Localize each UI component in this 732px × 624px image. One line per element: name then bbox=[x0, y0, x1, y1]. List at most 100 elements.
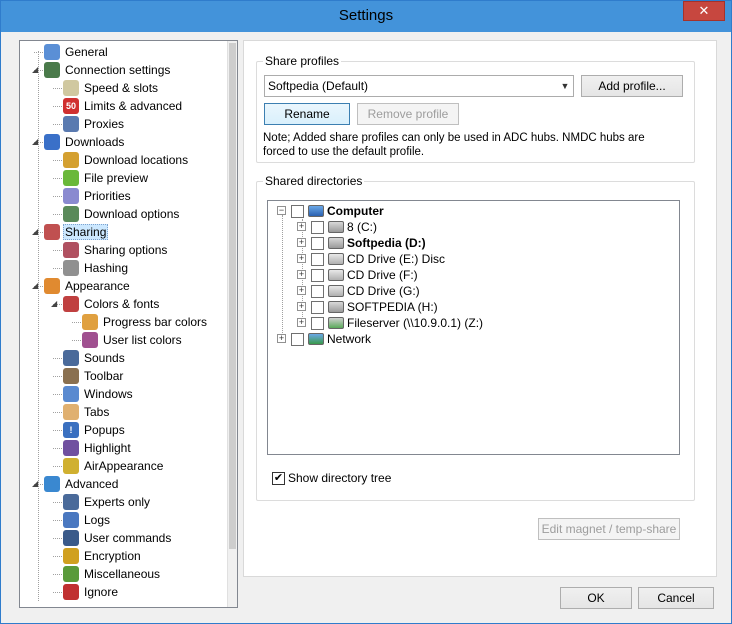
remove-profile-button[interactable]: Remove profile bbox=[357, 103, 459, 125]
download-options-icon bbox=[63, 206, 79, 222]
dir-checkbox[interactable] bbox=[291, 204, 304, 218]
ok-button[interactable]: OK bbox=[560, 587, 632, 609]
add-profile-button[interactable]: Add profile... bbox=[581, 75, 683, 97]
tree-scroll-thumb[interactable] bbox=[229, 43, 236, 549]
dir-item[interactable]: CD Drive (E:) Disc bbox=[311, 251, 445, 267]
tree-item-label: Downloads bbox=[65, 135, 125, 149]
rename-button[interactable]: Rename bbox=[264, 103, 350, 125]
show-directory-tree-row[interactable]: ✔ Show directory tree bbox=[272, 471, 391, 485]
tree-item-label: Sharing options bbox=[84, 243, 168, 257]
dir-checkbox[interactable] bbox=[311, 300, 324, 314]
expand-toggle-icon[interactable]: + bbox=[297, 318, 306, 327]
tree-item-sounds[interactable]: Sounds bbox=[63, 349, 127, 367]
expand-arrow-icon[interactable]: ◢ bbox=[51, 300, 59, 308]
tree-scrollbar[interactable] bbox=[227, 41, 237, 607]
logs-icon bbox=[63, 512, 79, 528]
dir-item[interactable]: CD Drive (G:) bbox=[311, 283, 420, 299]
tree-item-miscellaneous[interactable]: Miscellaneous bbox=[63, 565, 162, 583]
dir-checkbox[interactable] bbox=[311, 252, 324, 266]
settings-page: Share profiles Softpedia (Default) ▼ Add… bbox=[243, 40, 717, 577]
dir-checkbox[interactable] bbox=[311, 284, 324, 298]
show-directory-tree-checkbox[interactable]: ✔ bbox=[272, 471, 285, 485]
expand-arrow-icon[interactable]: ◢ bbox=[32, 228, 40, 236]
tree-item-user-commands[interactable]: User commands bbox=[63, 529, 173, 547]
tree-item-label: Colors & fonts bbox=[84, 297, 160, 311]
tree-item-logs[interactable]: Logs bbox=[63, 511, 112, 529]
tree-item-label: General bbox=[65, 45, 108, 59]
expand-arrow-icon[interactable]: ◢ bbox=[32, 282, 40, 290]
tree-item-progress-bar-colors[interactable]: Progress bar colors bbox=[82, 313, 209, 331]
tree-item-label: Hashing bbox=[84, 261, 129, 275]
dir-checkbox[interactable] bbox=[311, 268, 324, 282]
tree-item-user-list-colors[interactable]: User list colors bbox=[82, 331, 184, 349]
dir-item[interactable]: Computer bbox=[291, 203, 384, 219]
dir-item[interactable]: SOFTPEDIA (H:) bbox=[311, 299, 438, 315]
tree-item-ignore[interactable]: Ignore bbox=[63, 583, 120, 601]
tree-item-label: Download options bbox=[84, 207, 180, 221]
tree-item-appearance[interactable]: Appearance bbox=[44, 277, 132, 295]
tree-item-label: Miscellaneous bbox=[84, 567, 161, 581]
dir-checkbox[interactable] bbox=[311, 220, 324, 234]
shared-directories-title: Shared directories bbox=[263, 174, 365, 188]
tree-item-toolbar[interactable]: Toolbar bbox=[63, 367, 125, 385]
tree-item-popups[interactable]: ! Popups bbox=[63, 421, 127, 439]
tree-item-proxies[interactable]: Proxies bbox=[63, 115, 126, 133]
tree-item-experts-only[interactable]: Experts only bbox=[63, 493, 152, 511]
dir-item[interactable]: Softpedia (D:) bbox=[311, 235, 426, 251]
dir-checkbox[interactable] bbox=[311, 236, 324, 250]
dir-item[interactable]: CD Drive (F:) bbox=[311, 267, 418, 283]
expand-toggle-icon[interactable]: + bbox=[297, 270, 306, 279]
tree-item-label: Proxies bbox=[84, 117, 125, 131]
tree-item-general[interactable]: General bbox=[44, 43, 110, 61]
expand-arrow-icon[interactable]: ◢ bbox=[32, 66, 40, 74]
tree-item-advanced[interactable]: Advanced bbox=[44, 475, 120, 493]
tree-item-encryption[interactable]: Encryption bbox=[63, 547, 143, 565]
tree-item-hashing[interactable]: Hashing bbox=[63, 259, 130, 277]
encryption-icon bbox=[63, 548, 79, 564]
close-button[interactable]: ✕ bbox=[683, 1, 725, 21]
dir-item[interactable]: Network bbox=[291, 331, 371, 347]
tree-item-label: Progress bar colors bbox=[103, 315, 208, 329]
tree-item-windows[interactable]: Windows bbox=[63, 385, 135, 403]
edit-magnet-button[interactable]: Edit magnet / temp-share bbox=[538, 518, 680, 540]
dir-item[interactable]: 8 (C:) bbox=[311, 219, 377, 235]
tree-item-speed-slots[interactable]: Speed & slots bbox=[63, 79, 160, 97]
tree-item-sharing[interactable]: Sharing bbox=[44, 223, 109, 241]
expand-arrow-icon[interactable]: ◢ bbox=[32, 480, 40, 488]
tree-item-connection-settings[interactable]: Connection settings bbox=[44, 61, 172, 79]
tree-item-label: Priorities bbox=[84, 189, 131, 203]
collapse-toggle-icon[interactable]: − bbox=[277, 206, 286, 215]
tree-item-label: Windows bbox=[84, 387, 133, 401]
tree-connector bbox=[72, 340, 81, 341]
dir-checkbox[interactable] bbox=[291, 332, 304, 346]
tree-item-limits-advanced[interactable]: 50 Limits & advanced bbox=[63, 97, 184, 115]
expand-toggle-icon[interactable]: + bbox=[297, 238, 306, 247]
expand-toggle-icon[interactable]: + bbox=[297, 302, 306, 311]
tree-item-colors-fonts[interactable]: Colors & fonts bbox=[63, 295, 161, 313]
expand-toggle-icon[interactable]: + bbox=[297, 222, 306, 231]
tree-item-airappearance[interactable]: AirAppearance bbox=[63, 457, 165, 475]
tree-item-download-locations[interactable]: Download locations bbox=[63, 151, 190, 169]
tree-item-sharing-options[interactable]: Sharing options bbox=[63, 241, 169, 259]
share-profile-value: Softpedia (Default) bbox=[268, 79, 369, 93]
tree-item-file-preview[interactable]: File preview bbox=[63, 169, 150, 187]
popups-icon: ! bbox=[63, 422, 79, 438]
expand-toggle-icon[interactable]: + bbox=[297, 254, 306, 263]
tree-item-downloads[interactable]: Downloads bbox=[44, 133, 126, 151]
tree-item-highlight[interactable]: Highlight bbox=[63, 439, 133, 457]
tree-connector bbox=[53, 88, 62, 89]
cd-icon bbox=[328, 285, 344, 297]
dir-checkbox[interactable] bbox=[311, 316, 324, 330]
user-list-colors-icon bbox=[82, 332, 98, 348]
expand-arrow-icon[interactable]: ◢ bbox=[32, 138, 40, 146]
drive-icon bbox=[328, 237, 344, 249]
expand-toggle-icon[interactable]: + bbox=[277, 334, 286, 343]
dir-guide-line bbox=[282, 215, 283, 339]
cancel-button[interactable]: Cancel bbox=[638, 587, 714, 609]
tree-item-tabs[interactable]: Tabs bbox=[63, 403, 111, 421]
dir-item[interactable]: Fileserver (\\10.9.0.1) (Z:) bbox=[311, 315, 483, 331]
tree-item-download-options[interactable]: Download options bbox=[63, 205, 181, 223]
share-profile-select[interactable]: Softpedia (Default) ▼ bbox=[264, 75, 574, 97]
expand-toggle-icon[interactable]: + bbox=[297, 286, 306, 295]
tree-item-priorities[interactable]: Priorities bbox=[63, 187, 133, 205]
